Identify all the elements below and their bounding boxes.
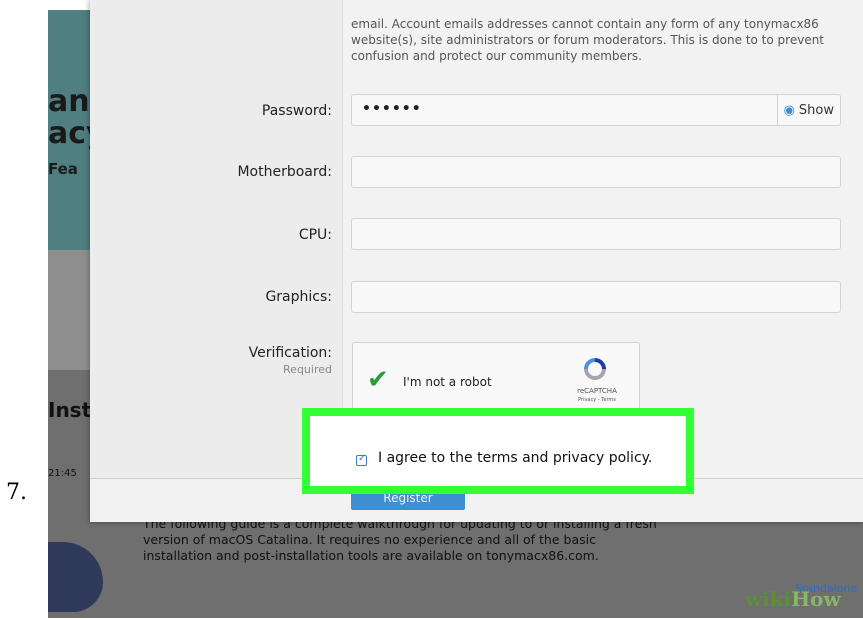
eye-icon: ◉ xyxy=(783,102,795,118)
wikihow-watermark: wikiHow xyxy=(745,587,841,611)
agree-highlight: ✓ I agree to the terms and privacy polic… xyxy=(302,408,694,494)
show-label: Show xyxy=(798,102,834,118)
agree-checkbox[interactable]: ✓ xyxy=(356,453,367,466)
email-note: email. Account emails addresses cannot c… xyxy=(351,17,825,63)
captcha-label: I'm not a robot xyxy=(403,375,492,389)
step-number: 7. xyxy=(6,480,27,505)
agree-label[interactable]: I agree to the terms and privacy policy. xyxy=(378,450,652,466)
watermark-how: How xyxy=(791,587,841,611)
password-field[interactable]: •••••• ◉ Show xyxy=(351,94,841,126)
cpu-field[interactable] xyxy=(351,218,841,250)
graphics-label: Graphics: xyxy=(265,289,332,305)
banner-text-3: Fea xyxy=(48,160,78,178)
watermark-wiki: wiki xyxy=(745,587,792,611)
show-password-button[interactable]: ◉ Show xyxy=(776,95,840,125)
verification-label: Verification: xyxy=(248,345,332,361)
post-time: 21:45 xyxy=(48,468,77,479)
section-heading: Inst xyxy=(48,398,92,422)
recaptcha-logo-icon xyxy=(584,358,606,380)
article-excerpt: The following guide is a complete walkth… xyxy=(143,516,657,563)
graphics-field[interactable] xyxy=(351,281,841,313)
checkmark-icon[interactable]: ✔ xyxy=(367,365,389,395)
motherboard-label: Motherboard: xyxy=(237,164,332,180)
password-value: •••••• xyxy=(362,101,422,117)
captcha-links[interactable]: Privacy - Terms xyxy=(565,397,629,403)
motherboard-field[interactable] xyxy=(351,156,841,188)
verification-required: Required xyxy=(283,363,332,376)
checkbox-tick-icon: ✓ xyxy=(358,453,367,464)
cpu-label: CPU: xyxy=(298,227,332,243)
password-label: Password: xyxy=(261,103,332,119)
captcha-brand: reCAPTCHA xyxy=(577,387,617,395)
